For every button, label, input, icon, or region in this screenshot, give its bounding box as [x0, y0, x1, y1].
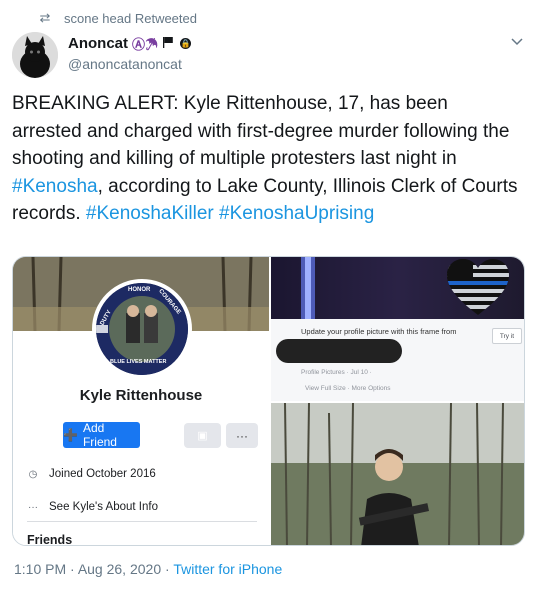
display-name-text: Anoncat [68, 35, 128, 52]
retweet-icon: ⇄ [39, 10, 51, 25]
heart-flag-icon [447, 259, 509, 315]
friends-heading: Friends [27, 533, 73, 546]
hashtag-link[interactable]: #KenoshaUprising [219, 203, 374, 224]
tweet-timestamp: 1:10 PM · Aug 26, 2020 · Twitter for iPh… [14, 561, 282, 577]
source-link[interactable]: Twitter for iPhone [173, 561, 282, 577]
chevron-down-icon[interactable] [510, 34, 524, 48]
redaction-bar [276, 339, 402, 363]
lock-icon: 🔒 [180, 38, 192, 49]
tweet-date[interactable]: Aug 26, 2020 [78, 561, 161, 577]
tweet-time[interactable]: 1:10 PM [14, 561, 66, 577]
about-text: See Kyle's About Info [49, 501, 158, 513]
tweet-text: BREAKING ALERT: Kyle Rittenhouse, 17, ha… [12, 90, 522, 228]
update-frame-text: Update your profile picture with this fr… [301, 327, 457, 336]
blue-lives-badge: HONOR DUTY COURAGE BLUE LIVES MATTER [92, 279, 192, 379]
author-block[interactable]: Anoncat Ⓐ☂ 🔒 @anoncatanoncat [68, 34, 192, 72]
media-grid: HONOR DUTY COURAGE BLUE LIVES MATTER Kyl… [12, 256, 525, 546]
more-button: ··· [226, 423, 258, 448]
try-it-button: Try it [492, 328, 522, 344]
view-full-size-text: View Full Size · More Options [305, 385, 391, 392]
add-friend-button: ➕ Add Friend [63, 421, 140, 449]
message-button: ▣ [184, 423, 221, 448]
separator: · [70, 561, 78, 577]
retweet-label: scone head Retweeted [64, 10, 197, 26]
hashtag-link[interactable]: #KenoshaKiller [86, 203, 214, 224]
author-handle[interactable]: @anoncatanoncat [68, 56, 191, 72]
retweet-context[interactable]: ⇄ scone head Retweeted [34, 10, 197, 26]
joined-row: ◷ Joined October 2016 [27, 468, 156, 480]
emoji-glyphs: Ⓐ☂ [132, 37, 159, 52]
author-display-name[interactable]: Anoncat Ⓐ☂ 🔒 [68, 34, 192, 53]
media-image-right-top[interactable]: Update your profile picture with this fr… [271, 257, 524, 401]
add-friend-icon: ➕ [63, 428, 78, 442]
ellipsis-icon: ··· [28, 501, 38, 513]
hashtag-link[interactable]: #Kenosha [12, 176, 98, 197]
about-row: ··· See Kyle's About Info [27, 501, 158, 513]
badge-top-text: HONOR [128, 287, 151, 293]
profile-pictures-text: Profile Pictures · Jul 10 · [301, 369, 372, 376]
clock-icon: ◷ [28, 468, 38, 480]
avatar[interactable] [12, 32, 58, 78]
message-icon: ▣ [197, 430, 208, 442]
add-friend-label: Add Friend [82, 421, 117, 449]
media-image-left[interactable]: HONOR DUTY COURAGE BLUE LIVES MATTER Kyl… [13, 257, 269, 546]
tweet-segment: BREAKING ALERT: Kyle Rittenhouse, 17, ha… [12, 93, 510, 169]
divider [27, 521, 257, 522]
badge-bottom-text: BLUE LIVES MATTER [110, 359, 167, 365]
facebook-profile-name: Kyle Rittenhouse [79, 387, 203, 404]
joined-text: Joined October 2016 [49, 468, 156, 480]
black-flag-icon [162, 36, 174, 51]
media-image-right-bottom[interactable] [271, 403, 524, 545]
